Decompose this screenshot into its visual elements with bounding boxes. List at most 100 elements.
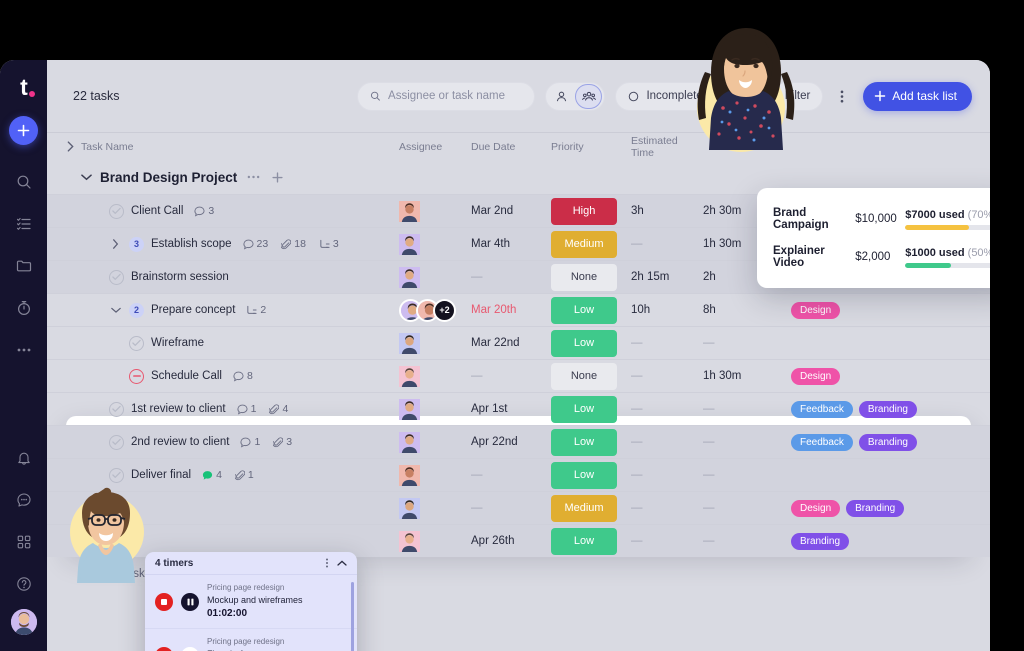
due-date-cell[interactable]: —: [471, 469, 551, 481]
search-box[interactable]: [357, 81, 536, 111]
task-name-cell[interactable]: 3 Establish scope 23 18 3: [81, 236, 399, 252]
column-header-priority[interactable]: Priority: [551, 141, 631, 153]
assignee-cell[interactable]: [399, 464, 471, 486]
sidebar-item-tasks[interactable]: [9, 209, 39, 239]
priority-cell[interactable]: Medium: [551, 230, 631, 258]
tag-badge[interactable]: Branding: [858, 400, 917, 418]
timer-item[interactable]: Pricing page redesignFirst draft content…: [145, 629, 357, 651]
tags-cell[interactable]: Design: [791, 367, 990, 385]
tracked-time-cell[interactable]: —: [703, 469, 791, 481]
sidebar-item-messages[interactable]: [9, 485, 39, 515]
sidebar-item-search[interactable]: [9, 167, 39, 197]
timer-item[interactable]: Pricing page redesign Mockup and wirefram…: [145, 575, 357, 629]
tag-badge[interactable]: Feedback: [791, 400, 853, 418]
avatar[interactable]: [399, 266, 471, 288]
avatar[interactable]: [399, 332, 471, 354]
priority-badge[interactable]: Low: [551, 461, 617, 489]
task-complete-checkbox[interactable]: [109, 269, 124, 285]
priority-badge[interactable]: Low: [551, 527, 617, 555]
assignee-overflow-count[interactable]: +2: [433, 298, 456, 322]
table-row[interactable]: Wireframe Mar 22nd Low — —: [47, 326, 990, 359]
task-complete-checkbox[interactable]: [109, 401, 124, 417]
view-mode-person[interactable]: [548, 84, 575, 109]
assignee-cell[interactable]: [399, 332, 471, 354]
assignee-cell[interactable]: [399, 497, 471, 519]
table-row[interactable]: 2 Prepare concept 2 +2 Mar 20th Low 10h 8h Desig…: [47, 293, 990, 326]
assignee-cell[interactable]: [399, 431, 471, 453]
table-row[interactable]: 2nd review to client 1 3 Apr 22nd Low — — Feedb…: [47, 425, 990, 458]
priority-cell[interactable]: Low: [551, 329, 631, 357]
tags-cell[interactable]: Design: [791, 301, 990, 319]
tags-cell[interactable]: Branding: [791, 532, 990, 550]
expand-all-button[interactable]: [59, 141, 81, 152]
priority-badge[interactable]: Low: [551, 395, 617, 423]
timers-scrollbar[interactable]: [351, 582, 354, 651]
estimated-time-cell[interactable]: —: [631, 502, 703, 514]
task-complete-checkbox[interactable]: [109, 434, 124, 450]
priority-cell[interactable]: High: [551, 197, 631, 225]
priority-badge[interactable]: None: [551, 362, 617, 390]
column-header-task-name[interactable]: Task Name: [81, 141, 399, 153]
task-name-cell[interactable]: 2nd review to client 1 3: [81, 434, 399, 450]
table-row[interactable]: — Medium — — Design Branding: [47, 491, 990, 524]
avatar[interactable]: [399, 464, 471, 486]
avatar[interactable]: [399, 233, 471, 255]
priority-badge[interactable]: Medium: [551, 230, 617, 258]
due-date-cell[interactable]: Apr 22nd: [471, 436, 551, 448]
task-name-cell[interactable]: 1st review to client 1 4: [81, 401, 399, 417]
stop-icon[interactable]: [155, 592, 173, 611]
play-icon[interactable]: [181, 646, 199, 651]
assignee-cell[interactable]: [399, 266, 471, 288]
due-date-cell[interactable]: Apr 1st: [471, 403, 551, 415]
assignee-cell[interactable]: [399, 200, 471, 222]
table-row[interactable]: Schedule Call 8 — None — 1h 30m Design: [47, 359, 990, 392]
create-new-button[interactable]: [9, 116, 38, 145]
column-header-assignee[interactable]: Assignee: [399, 141, 471, 153]
task-name-cell[interactable]: Brainstorm session: [81, 269, 399, 285]
estimated-time-cell[interactable]: 2h 15m: [631, 271, 703, 283]
tracked-time-cell[interactable]: —: [703, 337, 791, 349]
task-name-cell[interactable]: Wireframe: [81, 335, 399, 351]
priority-cell[interactable]: Low: [551, 296, 631, 324]
tracked-time-cell[interactable]: —: [703, 436, 791, 448]
priority-cell[interactable]: Low: [551, 461, 631, 489]
estimated-time-cell[interactable]: —: [631, 403, 703, 415]
task-name-cell[interactable]: 2 Prepare concept 2: [81, 302, 399, 318]
sidebar-item-timer[interactable]: [9, 293, 39, 323]
view-mode-group[interactable]: [575, 83, 603, 109]
estimated-time-cell[interactable]: —: [631, 436, 703, 448]
priority-cell[interactable]: None: [551, 362, 631, 390]
priority-cell[interactable]: Low: [551, 395, 631, 423]
priority-badge[interactable]: Low: [551, 428, 617, 456]
due-date-cell[interactable]: —: [471, 370, 551, 382]
avatar[interactable]: [399, 530, 471, 552]
priority-badge[interactable]: High: [551, 197, 617, 225]
tracked-time-cell[interactable]: 1h 30m: [703, 370, 791, 382]
tag-badge[interactable]: Feedback: [791, 433, 853, 451]
priority-badge[interactable]: Low: [551, 329, 617, 357]
tag-badge[interactable]: Branding: [791, 532, 850, 550]
table-row[interactable]: 1st review to client 1 4 Apr 1st Low — — Feedba…: [47, 392, 990, 425]
avatar[interactable]: [399, 431, 471, 453]
estimated-time-cell[interactable]: —: [631, 535, 703, 547]
tracked-time-cell[interactable]: —: [703, 535, 791, 547]
chevron-right-icon[interactable]: [109, 239, 122, 249]
tag-badge[interactable]: Design: [791, 301, 841, 319]
tags-cell[interactable]: Feedback Branding: [791, 433, 990, 451]
task-blocked-icon[interactable]: [129, 368, 144, 384]
due-date-cell[interactable]: Mar 4th: [471, 238, 551, 250]
plus-icon[interactable]: [269, 169, 285, 185]
assignee-avatar-stack[interactable]: +2: [399, 298, 471, 322]
tag-badge[interactable]: Branding: [858, 433, 917, 451]
tracked-time-cell[interactable]: 8h: [703, 304, 791, 316]
add-task-list-button[interactable]: Add task list: [863, 81, 972, 111]
estimated-time-cell[interactable]: —: [631, 469, 703, 481]
avatar[interactable]: [399, 200, 471, 222]
tag-badge[interactable]: Branding: [846, 499, 905, 517]
avatar[interactable]: [399, 497, 471, 519]
estimated-time-cell[interactable]: —: [631, 370, 703, 382]
tracked-time-cell[interactable]: —: [703, 403, 791, 415]
priority-badge[interactable]: None: [551, 263, 617, 291]
chevron-down-icon[interactable]: [109, 307, 122, 314]
column-header-due-date[interactable]: Due Date: [471, 141, 551, 153]
